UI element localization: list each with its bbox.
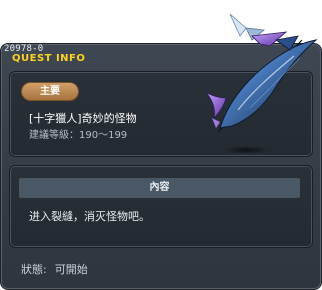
quest-name: [十字獵人]奇妙的怪物 [29,112,137,125]
recommended-level: 建議等級：190～199 [29,130,127,142]
content-header: 內容 [19,178,300,198]
status-label: 狀態: [21,263,47,276]
status-value: 可開始 [54,263,88,276]
quest-description: 进入裂縫，消灭怪物吧。 [29,210,150,223]
quest-status: 狀態: 可開始 [21,263,88,276]
level-range: 190～199 [79,130,128,141]
level-label: 建議等級： [29,130,79,141]
window-title: QUEST INFO [12,53,86,64]
scythe-icon [205,13,318,154]
quest-type-badge: 主要 [21,82,79,101]
